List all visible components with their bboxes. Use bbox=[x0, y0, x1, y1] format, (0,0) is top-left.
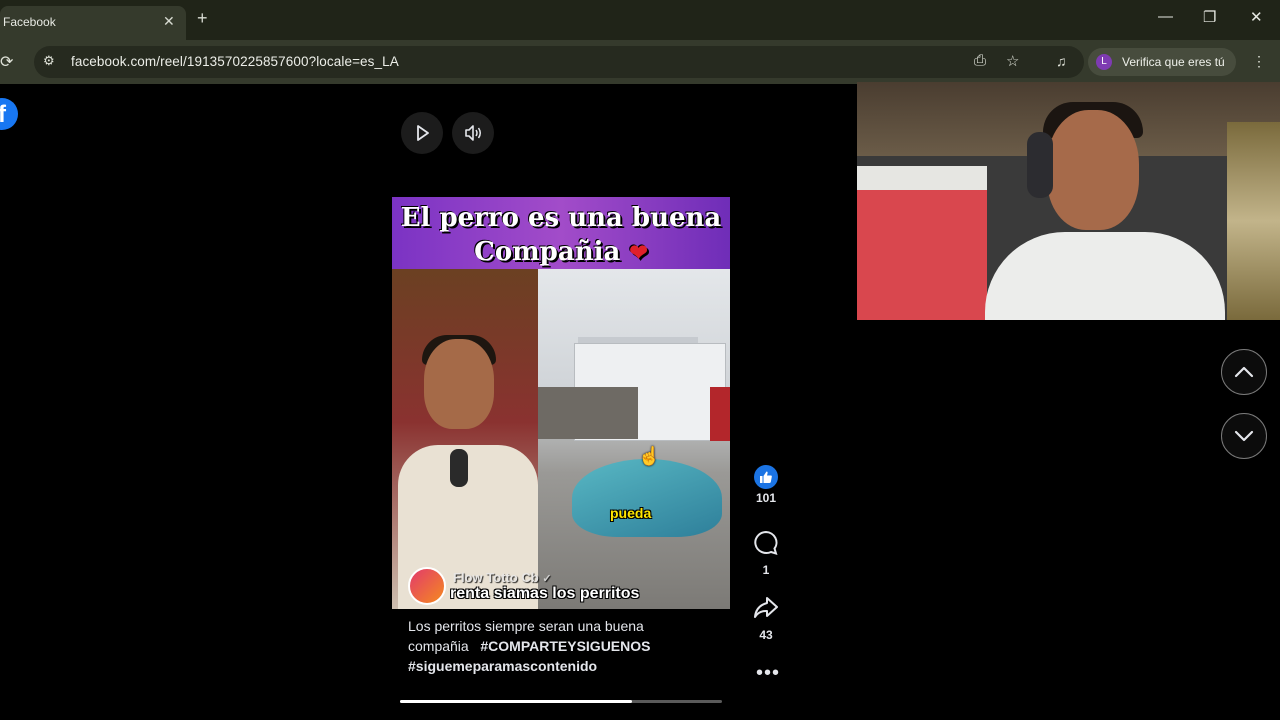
reel-subtitle: renta siamas los perritos bbox=[450, 585, 640, 602]
like-button[interactable]: 101 bbox=[748, 465, 784, 505]
heart-icon: ❤ bbox=[629, 240, 648, 266]
webcam-person-body bbox=[985, 232, 1225, 320]
hashtag-link[interactable]: #COMPARTEYSIGUENOS bbox=[480, 638, 650, 654]
like-icon bbox=[754, 465, 778, 489]
reel-title-line1: El perro es una buena bbox=[400, 203, 722, 233]
address-bar[interactable]: ⚙ facebook.com/reel/1913570225857600?loc… bbox=[34, 46, 1084, 78]
tab-title: Facebook bbox=[3, 15, 56, 29]
chevron-up-icon bbox=[1234, 366, 1254, 378]
webcam-wall bbox=[857, 172, 987, 320]
tarp bbox=[572, 459, 722, 537]
webcam-shelf bbox=[1227, 122, 1280, 320]
webcam-overlay bbox=[857, 82, 1280, 320]
previous-reel-button[interactable] bbox=[1221, 349, 1267, 395]
browser-toolbar: ⟳ ⚙ facebook.com/reel/1913570225857600?l… bbox=[0, 40, 1280, 84]
truck bbox=[710, 387, 730, 441]
profile-verify-label: Verifica que eres tú bbox=[1122, 55, 1225, 69]
hand-cursor-icon: ☝ bbox=[638, 446, 661, 466]
media-controls-icon[interactable]: ♫ bbox=[1056, 53, 1067, 69]
reel-overlay-word: pueda bbox=[610, 505, 652, 521]
webcam-person-head bbox=[1047, 110, 1139, 230]
reel-video[interactable]: El perro es una buena Compañia ❤ pueda F… bbox=[392, 197, 730, 609]
verified-icon: ✓ bbox=[542, 573, 552, 585]
restore-icon[interactable]: ❐ bbox=[1203, 8, 1216, 26]
reel-caption: Los perritos siempre seran una buena com… bbox=[408, 616, 708, 676]
site-info-icon[interactable]: ⚙ bbox=[43, 53, 59, 69]
headphones bbox=[1027, 132, 1053, 198]
webcam-counter bbox=[857, 166, 987, 190]
reel-right-panel: pueda bbox=[538, 269, 730, 609]
tab-facebook[interactable]: Facebook ✕ bbox=[0, 6, 186, 40]
video-progress-bar[interactable] bbox=[400, 700, 722, 703]
author-name-text: Flow Totto Cb bbox=[453, 570, 539, 585]
comment-icon bbox=[754, 530, 778, 555]
reel-title-line2: Compañia ❤ bbox=[392, 237, 730, 267]
reload-icon[interactable]: ⟳ bbox=[0, 52, 13, 72]
volume-button[interactable] bbox=[452, 112, 494, 154]
volume-icon bbox=[465, 125, 481, 141]
install-app-icon[interactable]: ⎙ bbox=[974, 52, 986, 69]
like-count: 101 bbox=[755, 491, 777, 505]
video-progress-fill bbox=[400, 700, 632, 703]
comment-count: 1 bbox=[762, 563, 770, 577]
author-avatar[interactable] bbox=[408, 567, 446, 605]
more-options-icon[interactable]: ••• bbox=[756, 662, 780, 685]
garage bbox=[538, 387, 638, 439]
new-tab-button[interactable]: + bbox=[197, 8, 208, 29]
share-count: 43 bbox=[759, 628, 773, 642]
profile-avatar: L bbox=[1096, 54, 1112, 70]
tab-close-icon[interactable]: ✕ bbox=[163, 13, 175, 30]
play-button[interactable] bbox=[401, 112, 443, 154]
window-close-icon[interactable]: ✕ bbox=[1250, 8, 1263, 26]
comment-button[interactable]: 1 bbox=[748, 530, 784, 577]
author-name[interactable]: Flow Totto Cb ✓ bbox=[453, 570, 552, 585]
facebook-logo[interactable]: f bbox=[0, 98, 18, 130]
bookmark-star-icon[interactable]: ☆ bbox=[1006, 52, 1019, 70]
reel-title-word: Compañia bbox=[474, 237, 621, 267]
hashtag-link[interactable]: #siguemeparamascontenido bbox=[408, 658, 597, 674]
chevron-down-icon bbox=[1234, 430, 1254, 442]
share-icon bbox=[754, 597, 778, 618]
play-icon bbox=[417, 125, 429, 141]
profile-verify-button[interactable]: L Verifica que eres tú bbox=[1088, 48, 1236, 76]
minimize-icon[interactable]: — bbox=[1158, 8, 1173, 25]
tab-strip: Facebook ✕ + — ❐ ✕ bbox=[0, 0, 1280, 40]
url-text[interactable]: facebook.com/reel/1913570225857600?local… bbox=[71, 54, 399, 69]
share-button[interactable]: 43 bbox=[748, 595, 784, 642]
reel-left-panel bbox=[392, 269, 538, 609]
menu-kebab-icon[interactable]: ⋮ bbox=[1252, 53, 1266, 70]
next-reel-button[interactable] bbox=[1221, 413, 1267, 459]
reel-title-banner: El perro es una buena Compañia ❤ bbox=[392, 197, 730, 269]
person-head bbox=[424, 339, 494, 429]
microphone bbox=[450, 449, 468, 487]
